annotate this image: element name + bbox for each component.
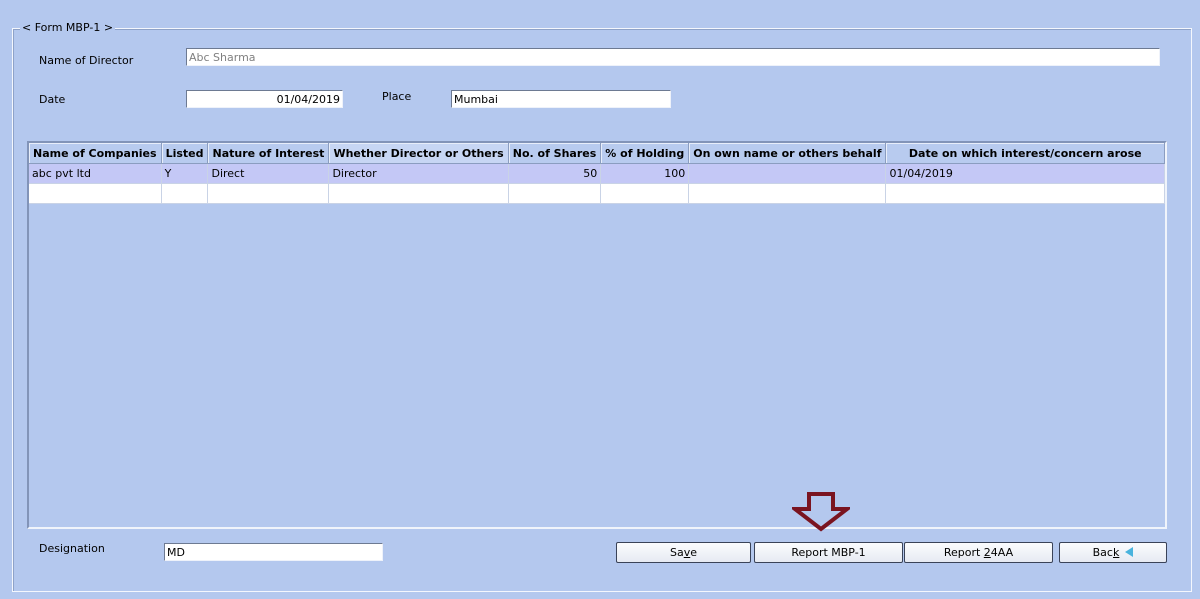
form-mbp1-window: < Form MBP-1 > Name of Director Date Pla… <box>0 0 1200 599</box>
report-24aa-button[interactable]: Report 24AA <box>904 542 1053 563</box>
cell-company[interactable]: abc pvt ltd <box>29 163 162 184</box>
report-24aa-label-key: 2 <box>983 546 991 559</box>
cell-own-name[interactable] <box>688 163 887 184</box>
cell-empty[interactable] <box>600 183 690 204</box>
column-header-director-or-others[interactable]: Whether Director or Others <box>328 143 509 164</box>
back-label-pre: Bac <box>1092 546 1113 559</box>
back-label-key: k <box>1112 546 1120 559</box>
back-arrow-icon <box>1125 547 1134 557</box>
column-header-companies[interactable]: Name of Companies <box>29 143 162 164</box>
cell-empty[interactable] <box>161 183 209 204</box>
report-24aa-label-pre: Report <box>943 546 984 559</box>
cell-empty[interactable] <box>29 183 162 204</box>
save-label-pre: Sa <box>669 546 684 559</box>
cell-listed[interactable]: Y <box>161 163 209 184</box>
cell-empty[interactable] <box>328 183 509 204</box>
cell-shares[interactable]: 50 <box>508 163 602 184</box>
back-button[interactable]: Back <box>1059 542 1167 563</box>
date-label: Date <box>39 93 66 106</box>
column-header-holding[interactable]: % of Holding <box>600 143 690 164</box>
director-name-label: Name of Director <box>39 54 134 67</box>
designation-label: Designation <box>39 542 105 555</box>
column-header-date-arose[interactable]: Date on which interest/concern arose <box>885 143 1165 164</box>
cell-empty[interactable] <box>688 183 887 204</box>
column-header-nature[interactable]: Nature of Interest <box>207 143 330 164</box>
cell-nature[interactable]: Direct <box>207 163 330 184</box>
down-arrow-icon <box>792 492 850 532</box>
column-header-own-name[interactable]: On own name or others behalf <box>688 143 887 164</box>
cell-date-arose[interactable]: 01/04/2019 <box>885 163 1165 184</box>
save-label-post: e <box>690 546 698 559</box>
interest-table: Name of Companies Listed Nature of Inter… <box>29 143 1165 204</box>
cell-director-or-others[interactable]: Director <box>328 163 509 184</box>
date-field[interactable] <box>186 90 343 108</box>
cell-empty[interactable] <box>885 183 1165 204</box>
save-button[interactable]: Save <box>616 542 751 563</box>
place-field[interactable] <box>451 90 671 108</box>
report-mbp1-label: Report MBP-1 <box>791 546 866 559</box>
designation-field[interactable] <box>164 543 383 561</box>
cell-empty[interactable] <box>207 183 330 204</box>
interest-grid[interactable]: Name of Companies Listed Nature of Inter… <box>27 141 1167 529</box>
column-header-listed[interactable]: Listed <box>161 143 209 164</box>
table-header-row: Name of Companies Listed Nature of Inter… <box>29 143 1165 164</box>
column-header-shares[interactable]: No. of Shares <box>508 143 602 164</box>
cell-holding[interactable]: 100 <box>600 163 690 184</box>
cell-empty[interactable] <box>508 183 602 204</box>
report-mbp1-button[interactable]: Report MBP-1 <box>754 542 903 563</box>
table-row[interactable]: abc pvt ltd Y Direct Director 50 100 01/… <box>29 163 1165 184</box>
table-row-new[interactable] <box>29 183 1165 204</box>
report-24aa-label-post: 4AA <box>990 546 1014 559</box>
place-label: Place <box>382 90 412 103</box>
director-name-field[interactable] <box>186 48 1160 66</box>
form-group-title: < Form MBP-1 > <box>20 21 116 35</box>
